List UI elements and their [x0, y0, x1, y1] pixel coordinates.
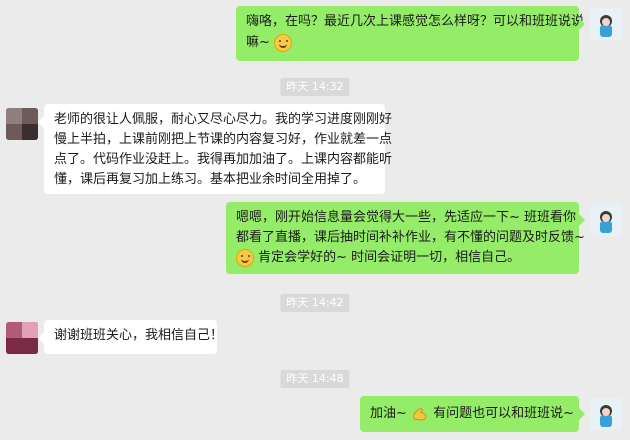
message-text: 嘛~ [246, 33, 293, 53]
message-text-fragment: 肯定会学好的~ 时间会证明一切，相信自己。 [254, 250, 521, 265]
smile-emoji-icon [236, 248, 254, 267]
message-text-line: 懂，课后再复习加上练习。基本把业余时间全用掉了。 [54, 172, 367, 187]
message-text-line: 慢上半拍，上课前刚把上节课的内容复习好，作业就差一点 [54, 132, 393, 147]
message-text-fragment: 嘛~ [246, 35, 275, 50]
message-bubble-incoming[interactable]: 谢谢班班关心，我相信自己！ [38, 320, 223, 354]
message-bubble-outgoing[interactable]: 嗯嗯，刚开始信息量会觉得大一些，先适应一下~ 班班看你 都看了直播，课后抽时间补… [226, 202, 585, 274]
message-text-line: 都看了直播，课后抽时间补补作业，有不懂的问题及时反馈~ [236, 230, 585, 245]
avatar[interactable] [590, 204, 622, 236]
avatar[interactable] [590, 398, 622, 430]
avatar[interactable] [590, 8, 622, 40]
message-text: 嗨咯，在吗？最近几次上课感觉怎么样呀？可以和班班说说 [246, 14, 585, 29]
message-text-line: 老师的很让人佩服，耐心又尽心尽力。我的学习进度刚刚好 [54, 112, 393, 127]
message-text-fragment: 加油~ [370, 406, 412, 421]
message-bubble-outgoing[interactable]: 加油~ 有问题也可以和班班说~ [360, 396, 585, 432]
message-text: 谢谢班班关心，我相信自己！ [54, 328, 224, 343]
message-text: 加油~ 有问题也可以和班班说~ [370, 404, 574, 424]
message-text-line: 肯定会学好的~ 时间会证明一切，相信自己。 [236, 248, 520, 268]
message-bubble-outgoing[interactable]: 嗨咯，在吗？最近几次上课感觉怎么样呀？可以和班班说说 嘛~ [236, 6, 585, 61]
message-text-line: 点了。代码作业没赶上。我得再加加油了。上课内容都能听 [54, 152, 393, 167]
timestamp: 昨天 14:48 [280, 370, 350, 388]
muscle-emoji-icon [411, 405, 429, 423]
avatar[interactable] [6, 108, 38, 140]
smile-emoji-icon [274, 33, 293, 52]
avatar[interactable] [6, 322, 38, 354]
message-text-line: 嗯嗯，刚开始信息量会觉得大一些，先适应一下~ 班班看你 [236, 210, 577, 225]
message-bubble-incoming[interactable]: 老师的很让人佩服，耐心又尽心尽力。我的学习进度刚刚好 慢上半拍，上课前刚把上节课… [38, 104, 392, 194]
timestamp: 昨天 14:42 [280, 294, 350, 312]
timestamp: 昨天 14:32 [280, 78, 350, 96]
message-text-fragment: 有问题也可以和班班说~ [429, 406, 575, 421]
